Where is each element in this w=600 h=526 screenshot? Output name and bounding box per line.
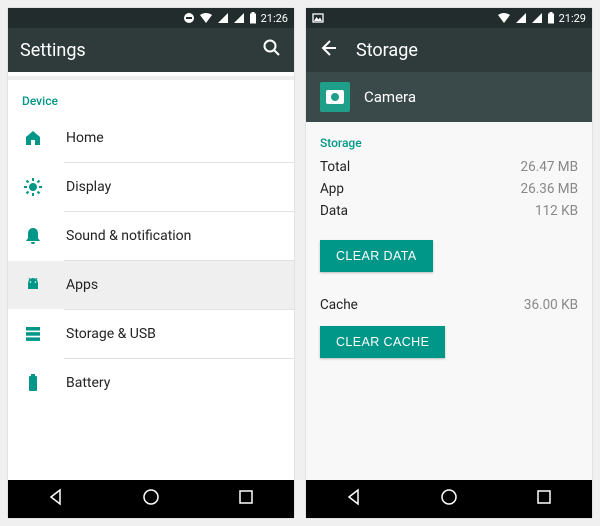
- settings-content: Device Home Display Sound & notification: [8, 80, 294, 480]
- back-icon[interactable]: [318, 38, 338, 62]
- app-bar: Settings: [8, 28, 294, 72]
- camera-app-icon: [320, 82, 350, 112]
- dnd-icon: [183, 12, 195, 24]
- status-bar: 21:29: [306, 8, 592, 28]
- row-total: Total 26.47 MB: [306, 156, 592, 178]
- label-cache: Cache: [320, 297, 358, 313]
- signal-icon: [515, 12, 527, 24]
- sidebar-item-storage[interactable]: Storage & USB: [8, 310, 294, 358]
- recent-nav-icon[interactable]: [533, 486, 555, 512]
- sidebar-item-apps[interactable]: Apps: [8, 261, 294, 309]
- section-storage-label: Storage: [306, 122, 592, 156]
- item-label: Display: [66, 179, 111, 195]
- item-label: Apps: [66, 277, 98, 293]
- storage-readout: Total 26.47 MB App 26.36 MB Data 112 KB: [306, 156, 592, 230]
- item-label: Battery: [66, 375, 110, 391]
- search-icon[interactable]: [262, 38, 282, 62]
- signal-icon: [217, 12, 229, 24]
- nav-bar: [8, 480, 294, 518]
- wifi-icon: [199, 12, 213, 24]
- app-header: Camera: [306, 72, 592, 122]
- section-device-label: Device: [8, 80, 294, 114]
- screenshot-icon: [312, 12, 324, 24]
- page-title: Settings: [20, 40, 86, 61]
- sidebar-item-home[interactable]: Home: [8, 114, 294, 162]
- signal-icon-2: [531, 12, 543, 24]
- wifi-icon: [497, 12, 511, 24]
- row-cache: Cache 36.00 KB: [306, 294, 592, 316]
- status-time: 21:26: [261, 12, 288, 25]
- row-data: Data 112 KB: [306, 200, 592, 222]
- nav-bar: [306, 480, 592, 518]
- brightness-icon: [22, 177, 44, 197]
- label-total: Total: [320, 159, 350, 175]
- app-name: Camera: [364, 88, 416, 106]
- clear-data-button[interactable]: CLEAR DATA: [320, 240, 433, 272]
- value-app: 26.36 MB: [521, 181, 578, 197]
- storage-screen: 21:29 Storage Camera Storage Total 26.47…: [306, 8, 592, 518]
- row-app: App 26.36 MB: [306, 178, 592, 200]
- item-label: Sound & notification: [66, 228, 191, 244]
- label-app: App: [320, 181, 344, 197]
- status-time: 21:29: [559, 12, 586, 25]
- storage-content: Storage Total 26.47 MB App 26.36 MB Data…: [306, 122, 592, 480]
- value-total: 26.47 MB: [521, 159, 578, 175]
- home-nav-icon[interactable]: [438, 486, 460, 512]
- settings-screen: 21:26 Settings Device Home Display: [8, 8, 294, 518]
- value-data: 112 KB: [535, 203, 578, 219]
- battery-icon: [547, 12, 555, 24]
- back-nav-icon[interactable]: [45, 486, 67, 512]
- bell-icon: [22, 226, 44, 246]
- label-data: Data: [320, 203, 348, 219]
- recent-nav-icon[interactable]: [235, 486, 257, 512]
- item-label: Storage & USB: [66, 326, 156, 342]
- sidebar-item-sound[interactable]: Sound & notification: [8, 212, 294, 260]
- clear-cache-button[interactable]: CLEAR CACHE: [320, 326, 445, 358]
- app-bar: Storage: [306, 28, 592, 72]
- home-icon: [22, 128, 44, 148]
- home-nav-icon[interactable]: [140, 486, 162, 512]
- battery-icon: [22, 373, 44, 393]
- android-icon: [22, 275, 44, 295]
- battery-icon: [249, 12, 257, 24]
- status-bar: 21:26: [8, 8, 294, 28]
- item-label: Home: [66, 130, 104, 146]
- signal-icon-2: [233, 12, 245, 24]
- back-nav-icon[interactable]: [343, 486, 365, 512]
- page-title: Storage: [356, 40, 418, 61]
- storage-icon: [22, 324, 44, 344]
- sidebar-item-display[interactable]: Display: [8, 163, 294, 211]
- value-cache: 36.00 KB: [524, 297, 578, 313]
- sidebar-item-battery[interactable]: Battery: [8, 359, 294, 407]
